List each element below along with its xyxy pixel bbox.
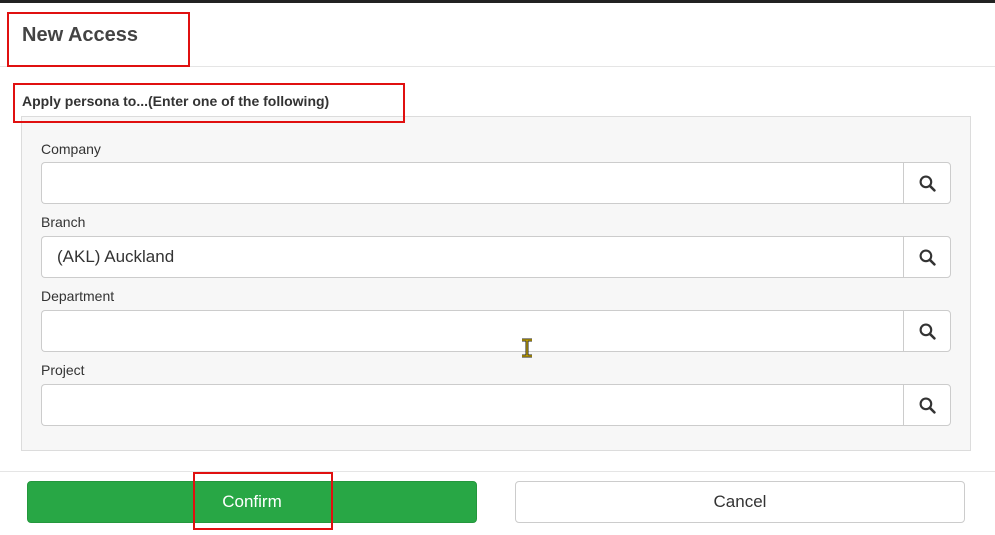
search-icon <box>919 323 936 340</box>
cancel-button[interactable]: Cancel <box>515 481 965 523</box>
text-cursor-icon <box>522 338 532 358</box>
search-icon <box>919 397 936 414</box>
branch-field-group <box>41 236 951 278</box>
branch-input[interactable] <box>41 236 903 278</box>
company-field-group <box>41 162 951 204</box>
department-search-button[interactable] <box>903 310 951 352</box>
company-label: Company <box>41 141 101 157</box>
department-label: Department <box>41 288 115 304</box>
branch-label: Branch <box>41 214 86 230</box>
confirm-button[interactable]: Confirm <box>27 481 477 523</box>
dialog-title: New Access <box>22 24 138 46</box>
department-input[interactable] <box>41 310 903 352</box>
project-search-button[interactable] <box>903 384 951 426</box>
branch-search-button[interactable] <box>903 236 951 278</box>
company-input[interactable] <box>41 162 903 204</box>
project-input[interactable] <box>41 384 903 426</box>
project-field-group <box>41 384 951 426</box>
header-divider <box>0 66 995 67</box>
company-search-button[interactable] <box>903 162 951 204</box>
search-icon <box>919 175 936 192</box>
section-label: Apply persona to...(Enter one of the fol… <box>22 93 330 109</box>
project-label: Project <box>41 362 85 378</box>
footer-divider <box>0 471 995 472</box>
department-field-group <box>41 310 951 352</box>
search-icon <box>919 249 936 266</box>
